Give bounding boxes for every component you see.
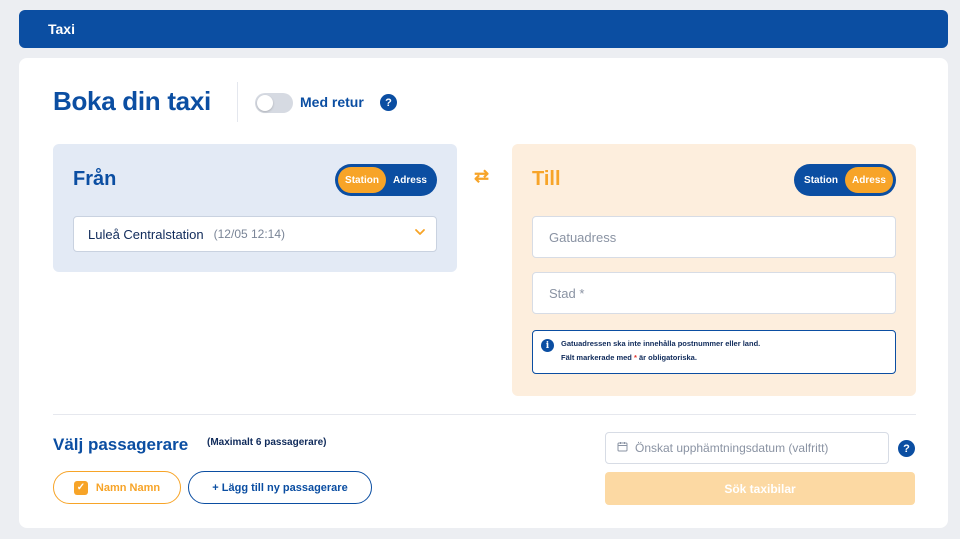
info-line-2-post: är obligatoriska.: [638, 353, 697, 362]
chevron-down-icon: [414, 225, 426, 241]
from-station-option[interactable]: Station: [338, 167, 386, 193]
to-type-switch: Station Adress: [794, 164, 896, 196]
search-taxi-button[interactable]: Sök taxibilar: [605, 472, 915, 505]
station-select[interactable]: Luleå Centralstation (12/05 12:14): [73, 216, 437, 252]
to-station-option[interactable]: Station: [797, 167, 845, 193]
page-title: Boka din taxi: [53, 86, 211, 116]
passengers-title: Välj passagerare: [53, 435, 189, 454]
return-toggle[interactable]: [255, 93, 293, 113]
from-panel: Från Station Adress Luleå Centralstation…: [53, 144, 457, 272]
calendar-icon: [617, 441, 628, 455]
passenger-name: Namn Namn: [95, 481, 161, 494]
help-icon[interactable]: ?: [898, 440, 915, 457]
to-address-option[interactable]: Adress: [845, 167, 893, 193]
pickup-date-input[interactable]: Önskat upphämtningsdatum (valfritt): [605, 432, 889, 464]
info-line-2: Fält markerade med * är obligatoriska.: [561, 351, 895, 365]
street-input[interactable]: Gatuadress: [532, 216, 896, 258]
to-title: Till: [532, 168, 561, 190]
add-passenger-button[interactable]: + Lägg till ny passagerare: [188, 471, 372, 504]
from-title: Från: [73, 168, 117, 190]
city-input[interactable]: Stad *: [532, 272, 896, 314]
info-icon: i: [541, 339, 554, 352]
from-address-option[interactable]: Adress: [386, 167, 434, 193]
top-bar: Taxi: [19, 10, 948, 48]
checkbox-icon: ✓: [73, 480, 88, 495]
info-line-1: Gatuadressen ska inte innehålla postnumm…: [561, 339, 761, 348]
return-toggle-label[interactable]: Med retur: [300, 94, 364, 110]
help-icon[interactable]: ?: [380, 94, 397, 111]
toggle-knob: [257, 95, 273, 111]
pickup-date-placeholder: Önskat upphämtningsdatum (valfritt): [635, 441, 829, 455]
info-box: i Gatuadressen ska inte innehålla postnu…: [532, 330, 896, 374]
from-type-switch: Station Adress: [335, 164, 437, 196]
booking-card: Boka din taxi Med retur ? Från Station A…: [19, 58, 948, 528]
section-divider: [53, 414, 916, 415]
required-star: *: [633, 353, 637, 362]
passenger-chip[interactable]: ✓ Namn Namn: [53, 471, 181, 504]
passengers-max-note: (Maximalt 6 passagerare): [207, 437, 327, 448]
info-line-2-pre: Fält markerade med: [561, 353, 632, 362]
swap-icon[interactable]: ⇄: [474, 166, 489, 187]
to-panel: Till Station Adress Gatuadress Stad * i …: [512, 144, 916, 396]
departure-time: (12/05 12:14): [213, 227, 286, 241]
divider: [237, 82, 238, 122]
station-value: Luleå Centralstation: [88, 226, 204, 242]
top-bar-title: Taxi: [48, 21, 75, 37]
